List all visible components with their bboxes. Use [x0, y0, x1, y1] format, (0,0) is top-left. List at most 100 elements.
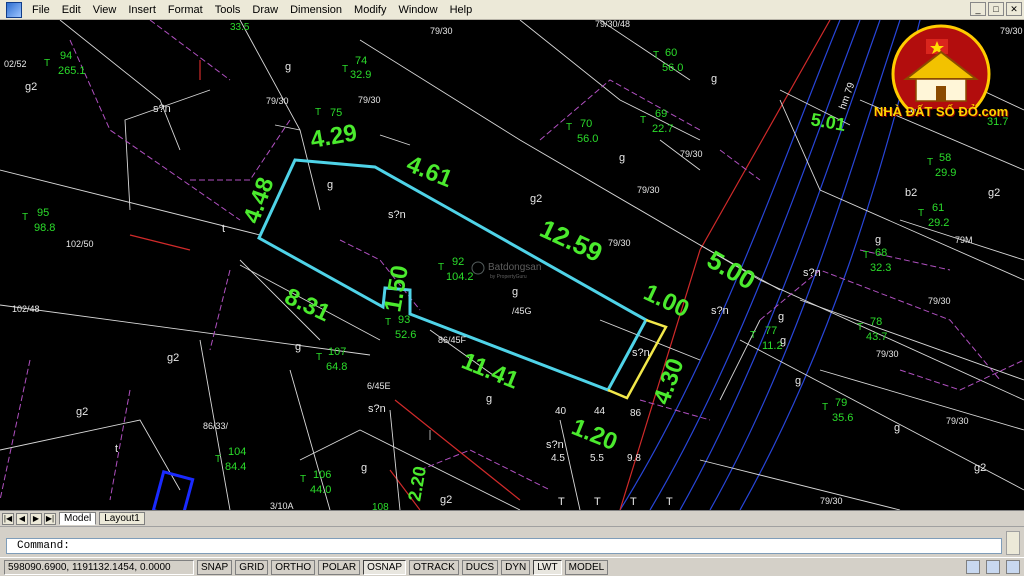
svg-text:104.2: 104.2 — [446, 271, 474, 283]
svg-text:84.4: 84.4 — [225, 461, 246, 473]
last-tab-button[interactable]: ▶| — [44, 512, 56, 525]
parcel-94: T 94 265.1 — [44, 50, 86, 77]
house-logo-icon — [891, 24, 991, 124]
lock-icon[interactable] — [986, 560, 1000, 574]
svg-text:79/30: 79/30 — [928, 296, 951, 306]
parcel-95: T 95 98.8 — [22, 207, 55, 234]
menu-view[interactable]: View — [87, 0, 123, 20]
svg-text:32.9: 32.9 — [350, 69, 371, 81]
first-tab-button[interactable]: |◀ — [2, 512, 14, 525]
dim-4-30: 4.30 — [648, 355, 689, 408]
otrack-toggle[interactable]: OTRACK — [409, 559, 459, 575]
command-input[interactable]: Command: — [6, 538, 1002, 554]
menu-help[interactable]: Help — [444, 0, 479, 20]
command-scrollbar[interactable] — [1006, 531, 1020, 555]
model-toggle[interactable]: MODEL — [564, 559, 609, 575]
menu-window[interactable]: Window — [392, 0, 443, 20]
svg-text:T: T — [315, 107, 321, 118]
svg-text:4.5: 4.5 — [551, 453, 565, 464]
menu-edit[interactable]: Edit — [56, 0, 87, 20]
next-tab-button[interactable]: ▶ — [30, 512, 42, 525]
svg-text:79/30: 79/30 — [637, 185, 660, 195]
tab-layout1[interactable]: Layout1 — [99, 512, 145, 525]
svg-text:86/45F: 86/45F — [438, 335, 467, 345]
ortho-toggle[interactable]: ORTHO — [271, 559, 316, 575]
svg-text:60: 60 — [665, 47, 677, 59]
menu-dimension[interactable]: Dimension — [284, 0, 348, 20]
coordinate-readout: 598090.6900, 1191132.1454, 0.0000 — [4, 559, 194, 575]
svg-text:22.7: 22.7 — [652, 123, 673, 135]
svg-text:s?n: s?n — [632, 347, 650, 359]
ducs-toggle[interactable]: DUCS — [461, 559, 499, 575]
svg-text:g2: g2 — [974, 462, 986, 474]
svg-text:92: 92 — [452, 256, 464, 268]
menu-modify[interactable]: Modify — [348, 0, 392, 20]
svg-text:79/30/48: 79/30/48 — [595, 20, 630, 29]
layout-tabs-bar: |◀ ◀ ▶ ▶| Model Layout1 — [0, 510, 1024, 526]
grid-toggle[interactable]: GRID — [235, 559, 269, 575]
svg-text:T: T — [640, 115, 646, 126]
svg-text:77: 77 — [765, 325, 777, 337]
svg-text:265.1: 265.1 — [58, 65, 86, 77]
dim-5-00: 5.00 — [702, 244, 761, 295]
svg-text:29.9: 29.9 — [935, 167, 956, 179]
minimize-button[interactable]: _ — [970, 2, 986, 16]
svg-text:79: 79 — [835, 397, 847, 409]
svg-text:93: 93 — [398, 314, 410, 326]
svg-text:106: 106 — [313, 469, 331, 481]
close-button[interactable]: ✕ — [1006, 2, 1022, 16]
parcel-60: T 60 56.0 — [653, 47, 683, 74]
svg-text:Batdongsan: Batdongsan — [488, 262, 541, 273]
svg-text:104: 104 — [228, 446, 246, 458]
svg-text:g: g — [875, 234, 881, 246]
svg-text:74: 74 — [355, 55, 367, 67]
svg-text:T: T — [863, 250, 869, 261]
menu-insert[interactable]: Insert — [122, 0, 162, 20]
parcel-106: T 106 44.0 — [300, 469, 331, 496]
restore-button[interactable]: □ — [988, 2, 1004, 16]
menu-bar: File Edit View Insert Format Tools Draw … — [0, 0, 1024, 20]
dim-1-00: 1.00 — [639, 279, 693, 323]
parcel-61: T 61 29.2 — [918, 202, 949, 229]
menu-draw[interactable]: Draw — [246, 0, 284, 20]
svg-text:T: T — [857, 322, 863, 333]
app-icon[interactable] — [6, 1, 22, 18]
dyn-toggle[interactable]: DYN — [501, 559, 531, 575]
dim-5-01: 5.01 — [809, 109, 847, 135]
svg-text:6/45E: 6/45E — [367, 381, 391, 391]
svg-text:T: T — [750, 330, 756, 341]
menu-file[interactable]: File — [26, 0, 56, 20]
svg-text:T: T — [927, 157, 933, 168]
prev-tab-button[interactable]: ◀ — [16, 512, 28, 525]
clean-screen-icon[interactable] — [1006, 560, 1020, 574]
polar-toggle[interactable]: POLAR — [318, 559, 361, 575]
svg-text:g2: g2 — [76, 406, 88, 418]
svg-text:43.7: 43.7 — [866, 331, 887, 343]
svg-text:s?n: s?n — [153, 103, 171, 115]
parcel-70: T 70 56.0 — [566, 118, 598, 145]
svg-text:79/30: 79/30 — [680, 149, 703, 159]
svg-text:s?n: s?n — [546, 439, 564, 451]
snap-toggle[interactable]: SNAP — [197, 559, 233, 575]
svg-text:T: T — [316, 352, 322, 363]
dim-4-29: 4.29 — [308, 119, 359, 154]
svg-text:79/30: 79/30 — [820, 496, 843, 506]
menu-format[interactable]: Format — [162, 0, 209, 20]
svg-text:70: 70 — [580, 118, 592, 130]
svg-text:94: 94 — [60, 50, 72, 62]
svg-text:g: g — [295, 341, 301, 353]
tab-model[interactable]: Model — [59, 512, 97, 525]
svg-text:T: T — [630, 496, 637, 508]
parcel-74: T 74 32.9 — [342, 55, 371, 81]
svg-text:T: T — [918, 208, 924, 219]
svg-text:T: T — [653, 50, 659, 61]
svg-text:86/33/: 86/33/ — [203, 421, 229, 431]
menu-tools[interactable]: Tools — [209, 0, 247, 20]
svg-text:79/30: 79/30 — [876, 349, 899, 359]
svg-text:s?n: s?n — [711, 305, 729, 317]
svg-text:g2: g2 — [167, 352, 179, 364]
comm-center-icon[interactable] — [966, 560, 980, 574]
osnap-toggle[interactable]: OSNAP — [363, 559, 407, 575]
drawing-canvas[interactable]: 4.29 4.61 4.48 12.59 5.00 1.00 1.50 8.31… — [0, 20, 1024, 510]
lwt-toggle[interactable]: LWT — [533, 559, 562, 575]
